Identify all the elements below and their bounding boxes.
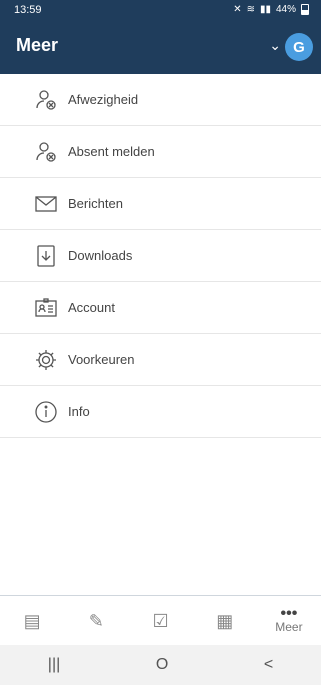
back-button[interactable]: < <box>264 656 273 674</box>
battery-percent: 44% <box>275 4 296 15</box>
grid-icon: ▦ <box>216 611 234 631</box>
menu-label: Info <box>68 404 90 419</box>
bottom-tab-bar: ▤ ✎ ☑ ▦ ••• Meer <box>0 595 321 646</box>
status-time: 13:59 <box>14 4 42 16</box>
mute-icon: ✕ <box>233 4 242 15</box>
menu-label: Berichten <box>68 196 123 211</box>
person-absent-icon <box>34 88 58 112</box>
checklist-icon: ☑ <box>152 611 169 631</box>
pencil-icon: ✎ <box>88 611 104 631</box>
menu-item-downloads[interactable]: Downloads <box>0 230 321 282</box>
menu-label: Voorkeuren <box>68 352 135 367</box>
avatar[interactable]: G <box>285 33 313 61</box>
person-absent-report-icon <box>34 140 58 164</box>
menu-item-absent-melden[interactable]: Absent melden <box>0 126 321 178</box>
menu-item-afwezigheid[interactable]: Afwezigheid <box>0 74 321 126</box>
more-dots-icon: ••• <box>280 605 298 622</box>
menu-item-voorkeuren[interactable]: Voorkeuren <box>0 334 321 386</box>
system-nav-bar: ||| O < <box>0 645 321 685</box>
menu-label: Absent melden <box>68 144 155 159</box>
tab-meer-label: Meer <box>275 620 303 634</box>
status-bar: 13:59 ✕ ≋ ▮▮ 44% <box>0 0 321 21</box>
calendar-icon: ▤ <box>23 611 41 631</box>
download-icon <box>34 244 58 268</box>
status-icons: ✕ ≋ ▮▮ 44% <box>233 4 309 15</box>
menu-label: Account <box>68 300 115 315</box>
tab-calendar[interactable]: ▤ <box>0 596 64 646</box>
recent-apps-button[interactable]: ||| <box>48 656 60 674</box>
envelope-icon <box>34 192 58 216</box>
home-button[interactable]: O <box>156 656 168 674</box>
tab-meer[interactable]: ••• Meer <box>257 596 321 646</box>
signal-icon: ▮▮ <box>259 4 271 15</box>
menu-item-account[interactable]: Account <box>0 282 321 334</box>
chevron-down-icon[interactable]: ⌄ <box>269 37 281 54</box>
id-card-icon <box>34 296 58 320</box>
gear-icon <box>34 348 58 372</box>
tab-checklist[interactable]: ☑ <box>128 596 192 646</box>
tab-edit[interactable]: ✎ <box>64 596 128 646</box>
info-icon <box>34 400 58 424</box>
page-title: Meer <box>16 35 59 55</box>
menu-item-berichten[interactable]: Berichten <box>0 178 321 230</box>
menu-list: Afwezigheid Absent melden Berichten Down… <box>0 74 321 438</box>
menu-label: Afwezigheid <box>68 92 139 107</box>
menu-label: Downloads <box>68 248 133 263</box>
wifi-icon: ≋ <box>246 4 255 15</box>
app-header: Meer ⌄ G <box>0 21 321 74</box>
menu-item-info[interactable]: Info <box>0 386 321 438</box>
tab-grid[interactable]: ▦ <box>193 596 257 646</box>
battery-icon <box>301 4 309 15</box>
